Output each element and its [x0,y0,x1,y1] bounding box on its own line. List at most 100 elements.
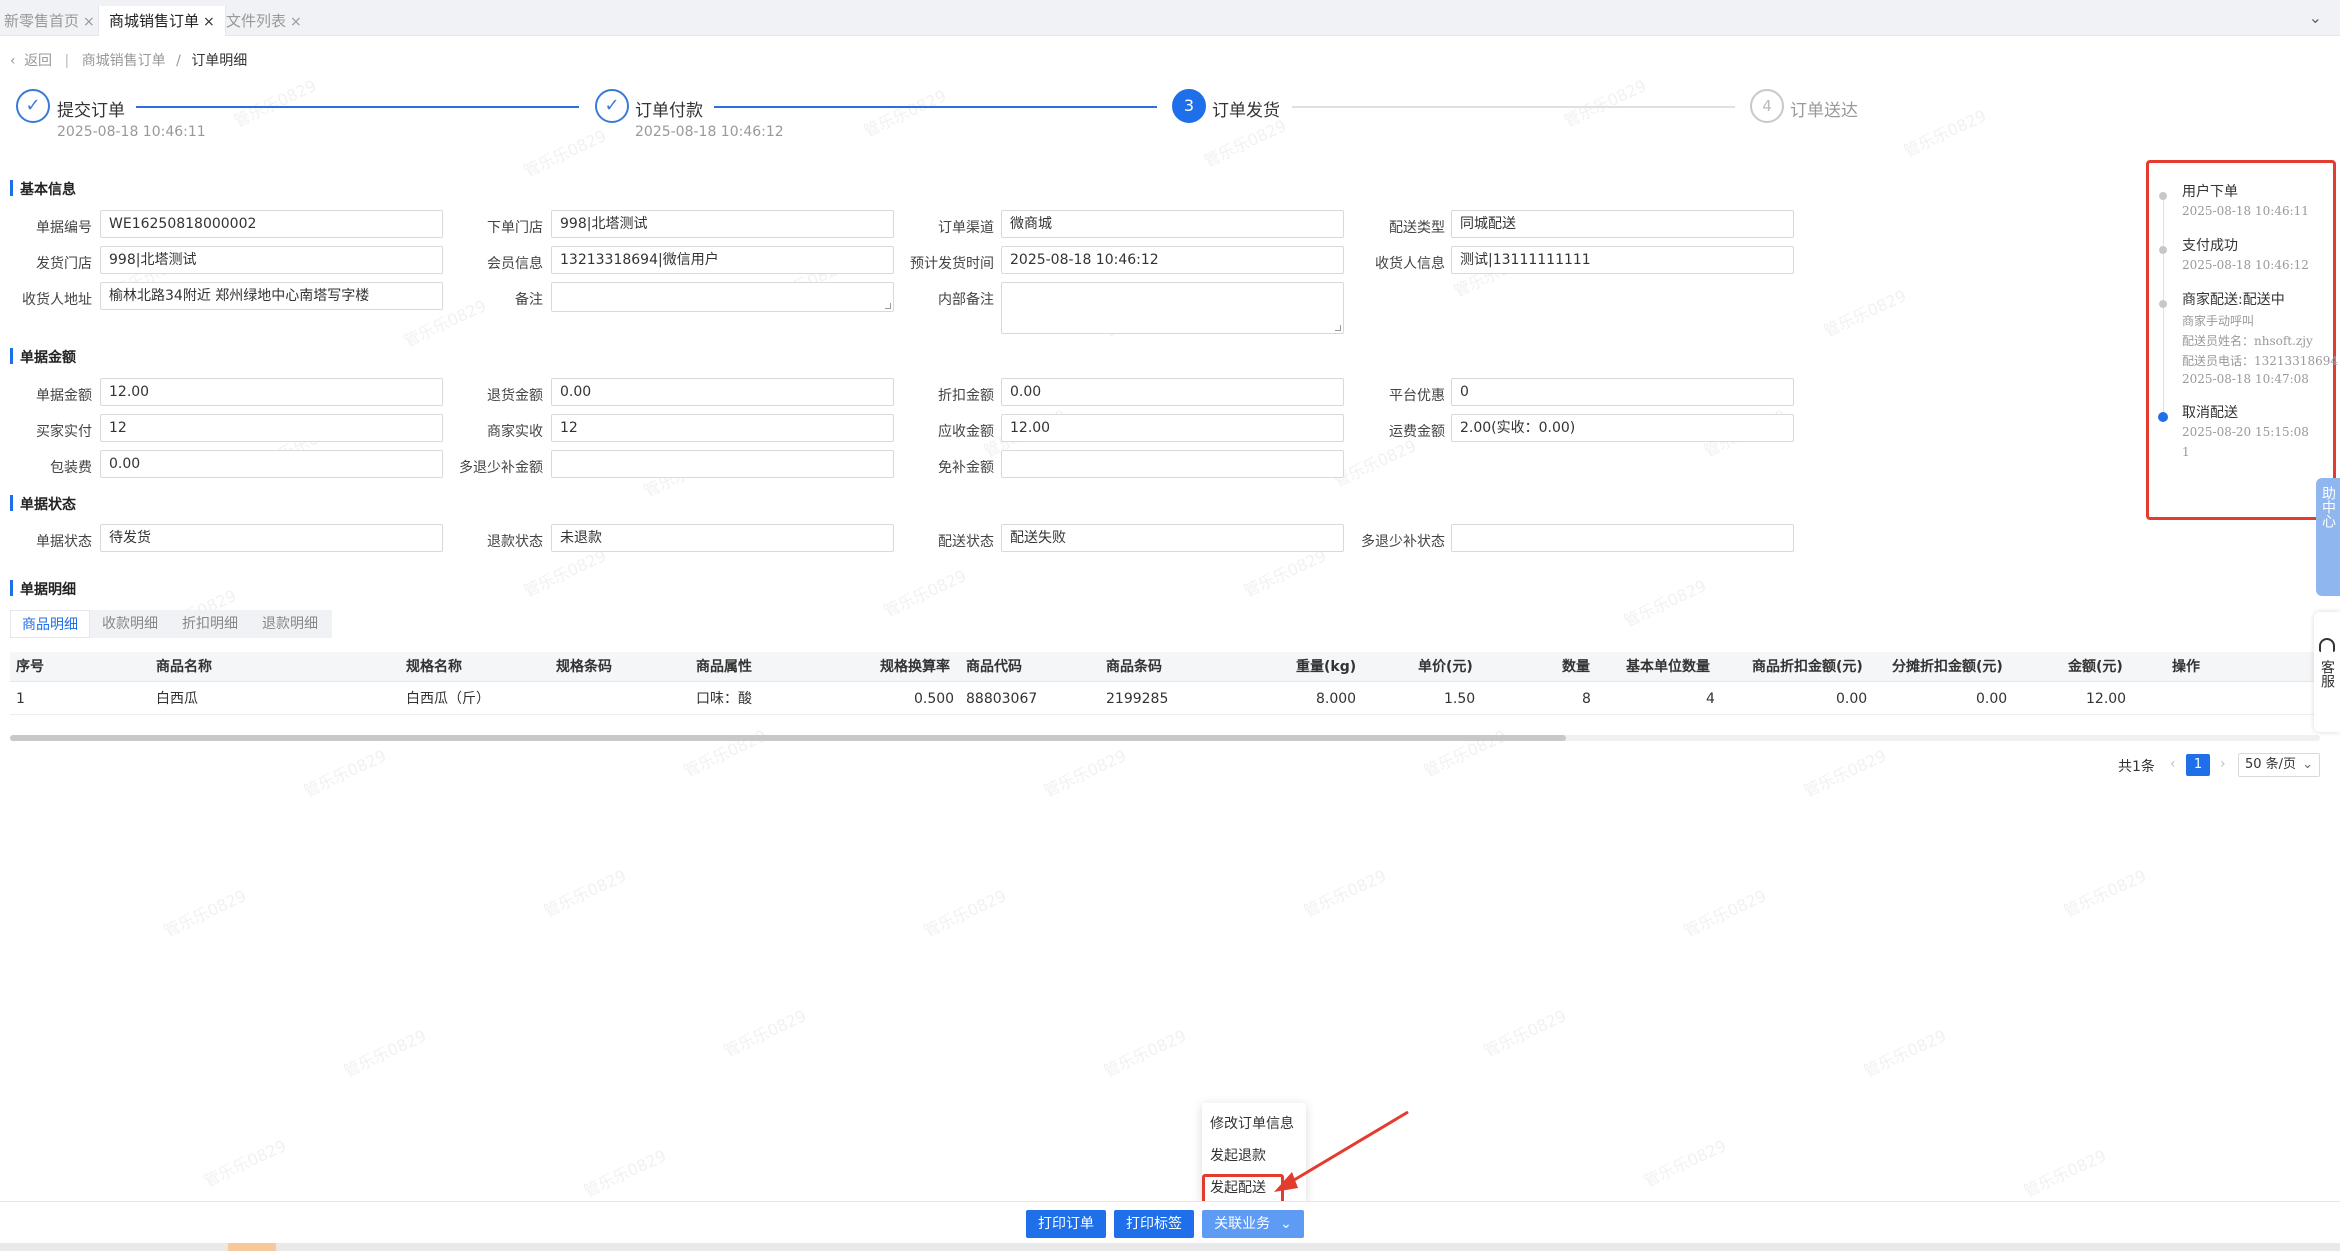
print-order-button[interactable]: 打印订单 [1026,1210,1106,1238]
col-header: 基本单位数量 [1626,659,1710,675]
diff-amount-field[interactable] [551,450,894,478]
channel-field[interactable]: 微商城 [1001,210,1344,238]
col-header: 序号 [16,659,44,675]
order-amount-label: 单据金额 [36,388,92,404]
delivery-status-field[interactable]: 配送失败 [1001,524,1344,552]
watermark-text: 管乐乐0829 [1040,745,1130,801]
watermark-text: 管乐乐0829 [1620,575,1710,631]
next-page-icon[interactable]: › [2220,756,2226,772]
discount-amount-field[interactable]: 0.00 [1001,378,1344,406]
tab-refund-detail[interactable]: 退款明细 [250,610,330,638]
tab-payment-detail[interactable]: 收款明细 [90,610,170,638]
diff-amount-label: 多退少补金额 [459,460,543,476]
delivery-status-label: 配送状态 [938,534,994,550]
col-header: 商品名称 [156,659,212,675]
timeline-detail: 1 [2182,445,2190,459]
tab-file-list[interactable]: 文件列表 × [222,6,302,36]
free-amount-field[interactable] [1001,450,1344,478]
refund-status-field[interactable]: 未退款 [551,524,894,552]
watermark-text: 管乐乐0829 [2060,865,2150,921]
page-size-select[interactable]: 50 条/页 ⌄ [2238,753,2320,777]
breadcrumb-separator: / [176,53,181,69]
member-field[interactable]: 13213318694|微信用户 [551,246,894,274]
order-store-field[interactable]: 998|北塔测试 [551,210,894,238]
diff-status-label: 多退少补状态 [1361,534,1445,550]
chevron-down-icon: ⌄ [2302,757,2313,772]
page-number-button[interactable]: 1 [2186,754,2210,776]
timeline-dot [2159,192,2167,200]
ship-store-field[interactable]: 998|北塔测试 [100,246,443,274]
delivery-type-field[interactable]: 同城配送 [1451,210,1794,238]
internal-remark-textarea[interactable] [1001,282,1344,334]
col-header: 商品折扣金额(元) [1752,659,1863,675]
discount-amount-label: 折扣金额 [938,388,994,404]
packing-field[interactable]: 0.00 [100,450,443,478]
watermark-text: 管乐乐0829 [1300,865,1390,921]
address-field[interactable]: 榆林北路34附近 郑州绿地中心南塔写字楼 [100,282,443,310]
table-cell: 1.50 [1444,691,1476,707]
chevron-down-icon[interactable]: ⌄ [2309,8,2322,27]
step-title: 订单送达 [1790,101,1858,121]
step-title: 提交订单 [57,101,125,121]
tab-discount-detail[interactable]: 折扣明细 [170,610,250,638]
menu-item-initiate-refund[interactable]: 发起退款 [1210,1145,1266,1165]
watermark-text: 管乐乐0829 [2020,1145,2110,1201]
scrollbar-thumb[interactable] [10,735,1566,741]
timeline-detail: 商家手动呼叫 [2182,314,2255,328]
order-status-field[interactable]: 待发货 [100,524,443,552]
watermark-text: 管乐乐0829 [520,125,610,181]
freight-field[interactable]: 2.00(实收：0.00) [1451,414,1794,442]
buyer-paid-field[interactable]: 12 [100,414,443,442]
timeline-detail: 2025-08-20 15:15:08 [2182,425,2309,439]
expected-ship-field[interactable]: 2025-08-18 10:46:12 [1001,246,1344,274]
receiver-field[interactable]: 测试|13111111111 [1451,246,1794,274]
watermark-text: 管乐乐0829 [580,1145,670,1201]
customer-service-button[interactable]: 客服 [2314,612,2340,732]
step-connector [136,106,579,108]
resize-handle-icon[interactable] [1335,325,1341,331]
back-link[interactable]: 返回 [24,53,52,69]
tab-label: 文件列表 [226,12,287,30]
tab-mall-sales-order[interactable]: 商城销售订单 × [98,6,226,36]
order-no-field[interactable]: WE16250818000002 [100,210,443,238]
internal-remark-label: 内部备注 [938,292,994,308]
timeline-title: 用户下单 [2182,184,2238,200]
remark-textarea[interactable] [551,282,894,312]
horizontal-scrollbar[interactable] [10,735,2320,741]
watermark-text: 管乐乐0829 [1800,745,1890,801]
print-label-button[interactable]: 打印标签 [1114,1210,1194,1238]
table-cell: 8.000 [1316,691,1357,707]
chevron-left-icon[interactable]: ‹ [10,53,16,69]
timeline-detail: 2025-08-18 10:47:08 [2182,372,2309,386]
step-time: 2025-08-18 10:46:11 [57,124,206,140]
platform-discount-field[interactable]: 0 [1451,378,1794,406]
diff-status-field[interactable] [1451,524,1794,552]
close-icon[interactable]: × [83,14,95,30]
watermark-text: 管乐乐0829 [680,725,770,781]
table-cell: 白西瓜 [156,691,198,707]
close-icon[interactable]: × [203,14,215,30]
buyer-paid-label: 买家实付 [36,424,92,440]
watermark-text: 管乐乐0829 [300,745,390,801]
prev-page-icon[interactable]: ‹ [2170,756,2176,772]
refund-amount-field[interactable]: 0.00 [551,378,894,406]
breadcrumb-parent[interactable]: 商城销售订单 [82,53,166,69]
close-icon[interactable]: × [290,14,302,30]
receivable-field[interactable]: 12.00 [1001,414,1344,442]
chevron-down-icon: ⌄ [1280,1216,1292,1232]
col-header: 重量(kg) [1296,659,1357,675]
table-cell: 白西瓜（斤） [406,691,490,707]
tab-new-retail-home[interactable]: 新零售首页 × [0,6,95,36]
order-amount-field[interactable]: 12.00 [100,378,443,406]
breadcrumb-current: 订单明细 [191,53,248,69]
merchant-received-field[interactable]: 12 [551,414,894,442]
col-header: 规格换算率 [880,659,950,675]
order-store-label: 下单门店 [487,220,543,236]
watermark-text: 管乐乐0829 [1480,1005,1570,1061]
table-row[interactable]: 1 白西瓜 白西瓜（斤） 口味：酸 0.500 88803067 2199285… [10,683,2320,715]
tab-goods-detail[interactable]: 商品明细 [10,610,90,638]
refund-status-label: 退款状态 [487,534,543,550]
step-title: 订单付款 [635,101,703,121]
help-center-button[interactable]: 助中心 [2316,478,2340,596]
related-business-button[interactable]: 关联业务 ⌄ [1202,1210,1304,1238]
